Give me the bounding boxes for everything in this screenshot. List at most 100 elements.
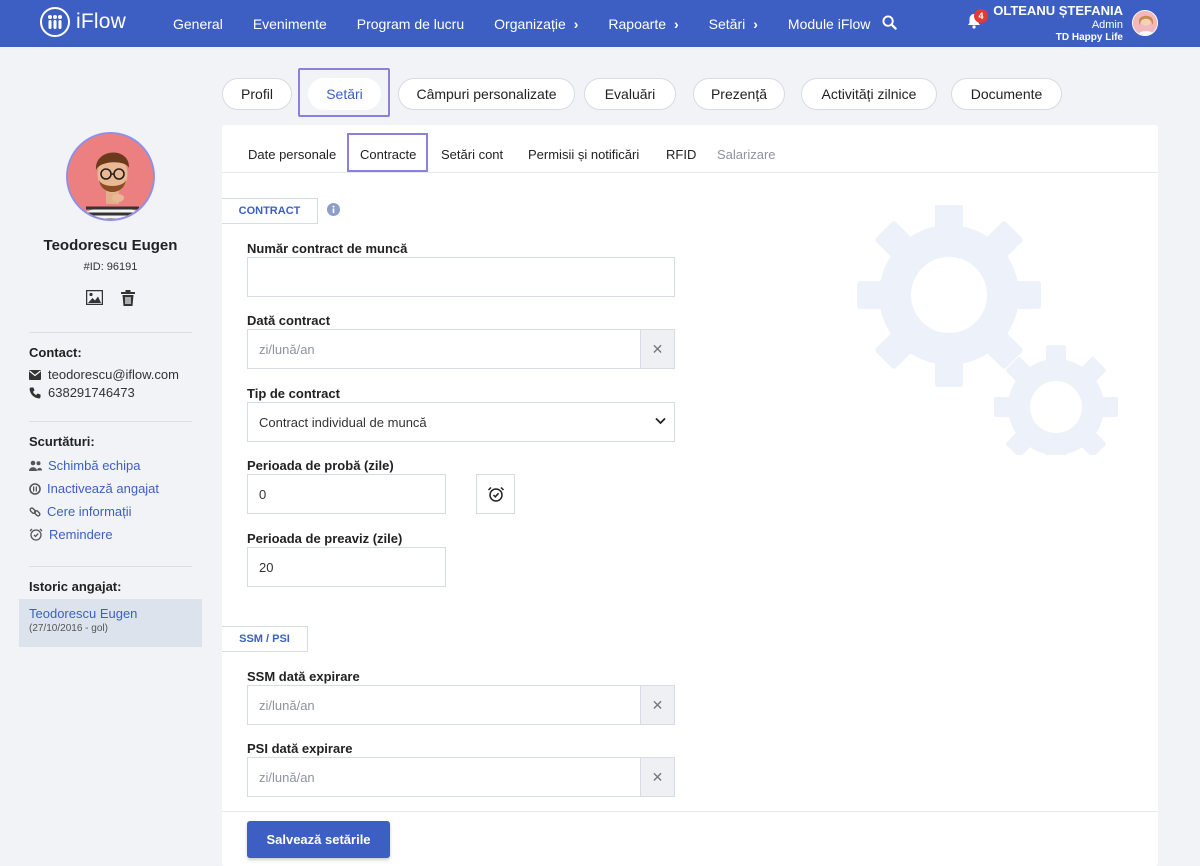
contract-date-input[interactable]: zi/lună/an: [247, 329, 641, 369]
chevron-right-icon: ›: [674, 15, 679, 32]
divider: [29, 421, 192, 422]
history-title: Istoric angajat:: [29, 579, 122, 594]
shortcut-change-team[interactable]: Schimbă echipa: [29, 458, 141, 473]
contract-type-label: Tip de contract: [247, 386, 340, 401]
nav-item-module-iflow[interactable]: Module iFlow: [788, 16, 870, 32]
alarm-clock-icon: [29, 528, 43, 541]
divider: [222, 811, 1158, 812]
active-subtab-highlight: [347, 133, 428, 172]
contract-section-tag: CONTRACT: [222, 198, 318, 224]
contract-number-input[interactable]: [247, 257, 675, 297]
chevron-down-icon: [655, 417, 666, 425]
shortcut-request-info[interactable]: Cere informații: [29, 504, 132, 519]
notice-label: Perioada de preaviz (zile): [247, 531, 403, 546]
history-name: Teodorescu Eugen: [29, 606, 138, 621]
save-settings-button[interactable]: Salvează setările: [247, 821, 390, 858]
tab-câmpuri-personalizate[interactable]: Câmpuri personalizate: [398, 78, 575, 110]
contract-type-value: Contract individual de muncă: [259, 414, 427, 430]
ssm-expiry-input[interactable]: zi/lună/an: [247, 685, 641, 725]
tab-prezență[interactable]: Prezență: [693, 78, 785, 110]
nav-item-label: Organizație: [494, 15, 566, 32]
chevron-right-icon: ›: [753, 15, 758, 32]
user-name: OLTEANU ȘTEFANIA: [993, 3, 1123, 18]
active-tab-highlight: [298, 68, 390, 117]
nav-item-rapoarte[interactable]: Rapoarte ›: [608, 16, 678, 32]
alarm-clock-icon: [487, 486, 504, 502]
main-nav: General Evenimente Program de lucru Organiz…: [173, 0, 900, 47]
notification-badge: 4: [974, 9, 988, 23]
trash-icon[interactable]: [121, 290, 135, 306]
subtab-salary: Salarizare: [717, 147, 776, 162]
tab-profil[interactable]: Profil: [222, 78, 292, 110]
notice-input[interactable]: 20: [247, 547, 446, 587]
nav-item-evenimente[interactable]: Evenimente: [253, 16, 327, 32]
shortcut-label: Remindere: [49, 527, 113, 542]
probation-label: Perioada de probă (zile): [247, 458, 394, 473]
shortcut-reminders[interactable]: Remindere: [29, 527, 113, 542]
clear-ssm-date-button[interactable]: ✕: [641, 685, 675, 725]
divider: [29, 332, 192, 333]
user-role: Admin: [1091, 18, 1123, 31]
close-icon: ✕: [651, 768, 664, 785]
phone-icon: [29, 387, 41, 398]
tab-activități-zilnice[interactable]: Activități zilnice: [801, 78, 937, 110]
subtab-permissions[interactable]: Permisii și notificări: [528, 147, 639, 162]
clear-psi-date-button[interactable]: ✕: [641, 757, 675, 797]
close-icon: ✕: [651, 340, 664, 357]
search-icon[interactable]: [882, 15, 897, 30]
users-icon: [29, 460, 42, 471]
ssm-psi-section-tag: SSM / PSI: [222, 626, 308, 652]
contract-date-label: Dată contract: [247, 313, 331, 328]
gears-illustration: [857, 205, 1118, 455]
settings-card: Date personale Contracte Setări cont Per…: [222, 125, 1158, 866]
subtab-rfid[interactable]: RFID: [666, 147, 696, 162]
logo-text: iFlow: [76, 10, 127, 33]
user-menu[interactable]: OLTEANU ȘTEFANIA Admin TD Happy Life: [993, 3, 1123, 44]
nav-item-organizație[interactable]: Organizație ›: [494, 16, 578, 32]
tab-documente[interactable]: Documente: [951, 78, 1062, 110]
tab-evaluări[interactable]: Evaluări: [584, 78, 676, 110]
employee-name: Teodorescu Eugen: [43, 237, 178, 254]
probation-input[interactable]: 0: [247, 474, 446, 514]
shortcut-label: Inactivează angajat: [47, 481, 160, 496]
contact-title: Contact:: [29, 345, 82, 360]
chevron-right-icon: ›: [573, 15, 579, 32]
nav-item-label: Module iFlow: [787, 15, 871, 32]
user-avatar[interactable]: [1132, 10, 1158, 36]
shortcut-deactivate[interactable]: Inactivează angajat: [29, 481, 159, 496]
link-icon: [29, 506, 41, 517]
subtab-account-settings[interactable]: Setări cont: [441, 147, 503, 162]
psi-expiry-input[interactable]: zi/lună/an: [247, 757, 641, 797]
shortcut-label: Schimbă echipa: [48, 458, 141, 473]
nav-item-label: Setări: [708, 15, 746, 32]
email-text: teodorescu@iflow.com: [48, 367, 179, 382]
shortcut-label: Cere informații: [47, 504, 132, 519]
envelope-icon: [29, 369, 41, 380]
employee-avatar: [66, 132, 155, 221]
phone-text: 638291746473: [48, 385, 135, 400]
nav-item-label: Evenimente: [252, 15, 327, 32]
top-navigation-bar: iFlow General Evenimente Program de lucru O…: [0, 0, 1200, 47]
nav-item-general[interactable]: General: [173, 16, 223, 32]
probation-reminder-button[interactable]: [476, 474, 515, 514]
contact-email[interactable]: teodorescu@iflow.com: [29, 367, 179, 382]
user-company: TD Happy Life: [1055, 31, 1123, 43]
clear-contract-date-button[interactable]: ✕: [641, 329, 675, 369]
nav-item-label: Program de lucru: [356, 15, 465, 32]
employee-id: #ID: 96191: [83, 261, 138, 273]
app-logo[interactable]: iFlow: [40, 7, 126, 37]
nav-item-setări[interactable]: Setări ›: [709, 16, 758, 32]
contract-number-label: Număr contract de muncă: [247, 241, 408, 256]
image-icon[interactable]: [86, 290, 103, 305]
contact-phone[interactable]: 638291746473: [29, 385, 135, 400]
shortcuts-title: Scurtături:: [29, 434, 95, 449]
nav-item-program-de-lucru[interactable]: Program de lucru: [357, 16, 464, 32]
contract-type-select[interactable]: Contract individual de muncă: [247, 402, 675, 442]
close-icon: ✕: [651, 696, 664, 713]
info-icon[interactable]: [327, 203, 340, 216]
history-item[interactable]: Teodorescu Eugen (27/10/2016 - gol): [19, 599, 202, 647]
nav-item-label: Rapoarte: [608, 15, 666, 32]
logo-icon: [40, 7, 70, 37]
subtab-personal-data[interactable]: Date personale: [248, 147, 336, 162]
divider: [29, 566, 192, 567]
